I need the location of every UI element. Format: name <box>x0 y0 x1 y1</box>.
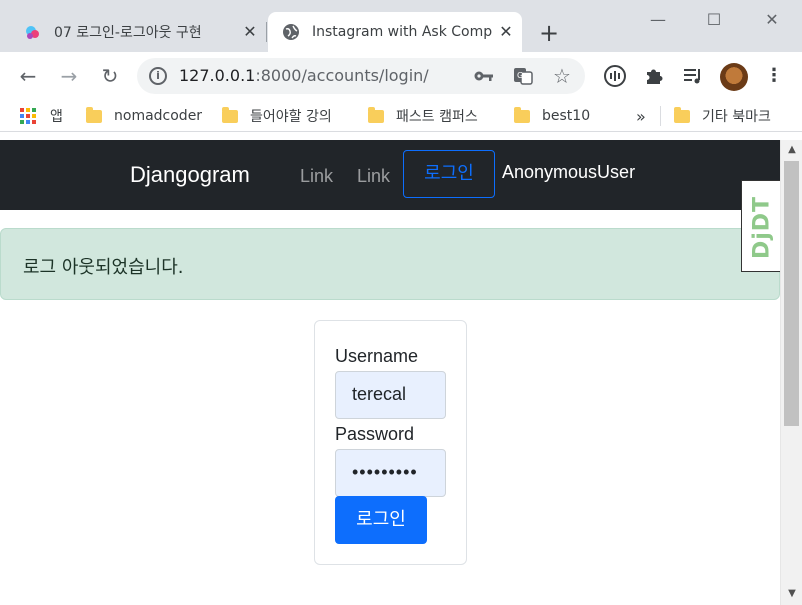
alert-message: 로그 아웃되었습니다. <box>23 257 184 278</box>
bookmark-label: best10 <box>542 108 591 124</box>
apps-grid-icon <box>20 108 36 124</box>
login-form-card: Username terecal Password ••••••••• 로그인 <box>314 320 467 565</box>
username-input[interactable]: terecal <box>335 371 446 419</box>
tab-close-icon[interactable]: ✕ <box>496 22 516 42</box>
folder-icon <box>514 106 530 123</box>
folder-icon <box>222 106 238 123</box>
media-queue-icon[interactable] <box>681 64 705 88</box>
globe-icon <box>283 24 299 40</box>
nav-link-2[interactable]: Link <box>357 166 390 187</box>
page-viewport: Djangogram Link Link 로그인 AnonymousUser 로… <box>0 140 780 605</box>
maximize-button[interactable]: ☐ <box>696 6 732 34</box>
translate-icon[interactable]: G <box>512 66 534 86</box>
bookmark-label: nomadcoder <box>114 108 203 124</box>
extensions-puzzle-icon[interactable] <box>642 64 666 88</box>
bookmark-folder[interactable]: best10 <box>514 106 590 126</box>
password-label: Password <box>335 424 415 444</box>
svg-text:G: G <box>517 71 523 80</box>
tab-lecture[interactable]: 07 로그인-로그아웃 구현 ✕ <box>10 12 266 52</box>
scroll-thumb[interactable] <box>784 161 799 426</box>
bookmark-folder[interactable]: 패스트 캠퍼스 <box>368 106 478 126</box>
nav-link-1[interactable]: Link <box>300 166 333 187</box>
site-navbar: Djangogram Link Link 로그인 AnonymousUser <box>0 140 780 210</box>
scroll-up-icon[interactable]: ▲ <box>786 144 798 156</box>
browser-toolbar: ← → ↻ i 127.0.0.1:8000/accounts/login/ G… <box>0 52 802 100</box>
folder-icon <box>86 106 102 123</box>
nav-username: AnonymousUser <box>502 162 636 182</box>
address-bar[interactable]: i 127.0.0.1:8000/accounts/login/ G ☆ <box>137 58 585 94</box>
bookmark-label: 패스트 캠퍼스 <box>396 109 478 125</box>
tab-title: Instagram with Ask Comp <box>312 24 492 40</box>
nav-login-button[interactable]: 로그인 <box>403 150 495 198</box>
bookmark-folder[interactable]: 들어야할 강의 <box>222 106 332 126</box>
profile-avatar[interactable] <box>720 63 748 91</box>
bookmarks-bar: 앱 nomadcoder 들어야할 강의 패스트 캠퍼스 best10 » 기타… <box>0 100 802 132</box>
reload-button[interactable]: ↻ <box>96 62 124 90</box>
site-info-icon[interactable]: i <box>149 67 167 85</box>
bookmark-folder[interactable]: nomadcoder <box>86 106 202 126</box>
django-debug-toolbar-handle[interactable]: DjDT <box>741 180 780 272</box>
scroll-down-icon[interactable]: ▼ <box>786 588 798 600</box>
tab-close-icon[interactable]: ✕ <box>240 22 260 42</box>
more-menu-icon[interactable]: ⋮ <box>762 64 786 88</box>
tab-divider <box>266 22 267 42</box>
logout-alert: 로그 아웃되었습니다. <box>0 228 780 300</box>
username-label: Username <box>335 346 419 366</box>
djdt-label: DjDT <box>749 195 775 260</box>
bookmarks-divider <box>660 106 661 126</box>
tab-title: 07 로그인-로그아웃 구현 <box>54 25 202 41</box>
forward-button[interactable]: → <box>55 62 83 90</box>
bookmark-label: 기타 북마크 <box>702 109 771 125</box>
bookmark-label: 들어야할 강의 <box>250 109 332 125</box>
bookmark-label: 앱 <box>50 109 63 125</box>
bookmark-apps[interactable]: 앱 <box>20 106 63 126</box>
navbar-brand[interactable]: Djangogram <box>130 162 250 188</box>
tab-instagram[interactable]: Instagram with Ask Comp ✕ <box>268 12 522 52</box>
url-text[interactable]: 127.0.0.1:8000/accounts/login/ <box>179 66 429 85</box>
window-close-button[interactable]: ✕ <box>754 6 790 34</box>
folder-icon <box>368 106 384 123</box>
bookmark-other-folder[interactable]: 기타 북마크 <box>674 106 771 126</box>
back-button[interactable]: ← <box>14 62 42 90</box>
password-input[interactable]: ••••••••• <box>335 449 446 497</box>
key-icon[interactable] <box>473 66 495 86</box>
folder-icon <box>674 106 690 123</box>
page-scrollbar[interactable]: ▲ ▼ <box>780 140 802 605</box>
new-tab-button[interactable]: + <box>535 20 563 48</box>
bookmark-star-icon[interactable]: ☆ <box>551 66 573 86</box>
extension-audio-icon[interactable] <box>603 64 627 88</box>
app-favicon-icon <box>26 26 39 39</box>
bookmarks-overflow-button[interactable]: » <box>636 106 646 126</box>
minimize-button[interactable]: — <box>640 6 676 34</box>
login-submit-button[interactable]: 로그인 <box>335 496 427 544</box>
tab-strip: 07 로그인-로그아웃 구현 ✕ Instagram with Ask Comp… <box>0 0 802 52</box>
